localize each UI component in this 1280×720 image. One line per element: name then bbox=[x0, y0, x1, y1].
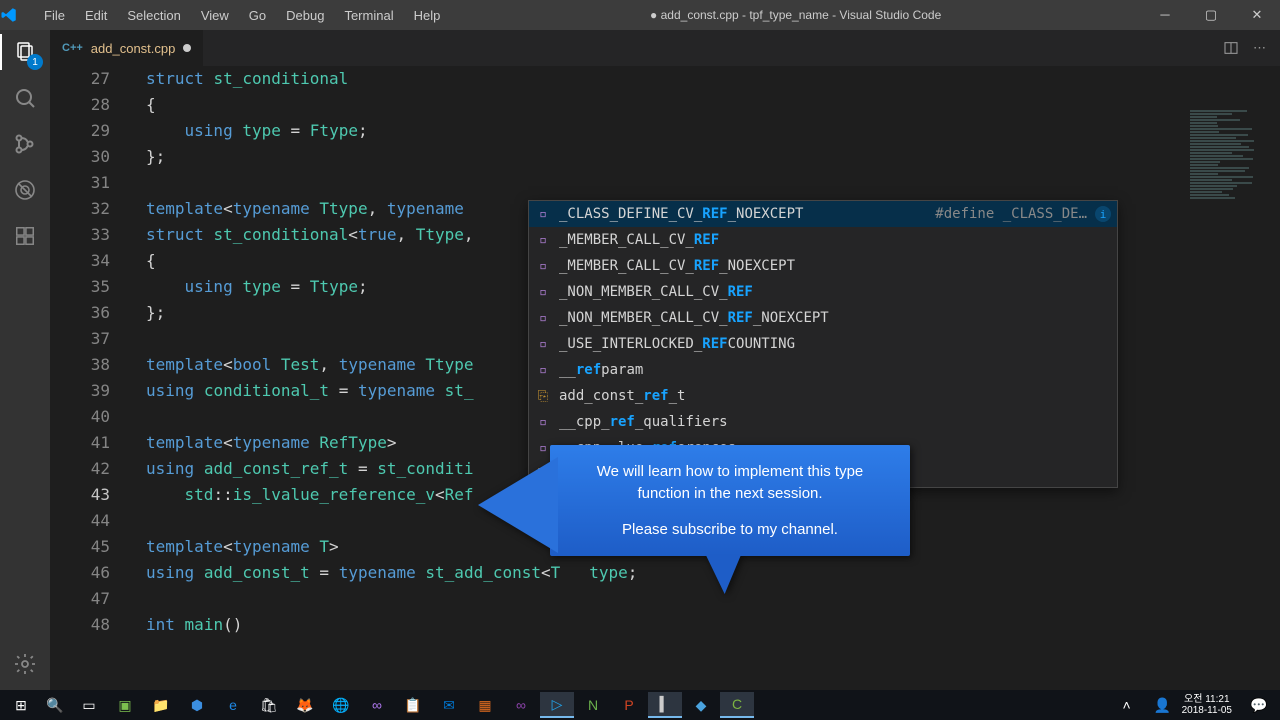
suggest-label: _NON_MEMBER_CALL_CV_REF_NOEXCEPT bbox=[559, 310, 1111, 326]
taskbar-app-6[interactable]: ∞ bbox=[504, 692, 538, 718]
taskbar-outlook-icon[interactable]: ✉ bbox=[432, 692, 466, 718]
callout-line2: Please subscribe to my channel. bbox=[572, 519, 888, 541]
menu-help[interactable]: Help bbox=[405, 4, 450, 27]
taskbar-chrome-icon[interactable]: 🌐 bbox=[324, 692, 358, 718]
title-bar: File Edit Selection View Go Debug Termin… bbox=[0, 0, 1280, 30]
info-icon[interactable]: i bbox=[1095, 206, 1111, 222]
snippet-icon: ⎘ bbox=[535, 388, 551, 404]
menu-terminal[interactable]: Terminal bbox=[335, 4, 402, 27]
minimize-button[interactable]: ─ bbox=[1142, 0, 1188, 30]
menu-file[interactable]: File bbox=[35, 4, 74, 27]
suggest-label: add_const_ref_t bbox=[559, 388, 1111, 404]
menu-debug[interactable]: Debug bbox=[277, 4, 333, 27]
macro-icon: ▫ bbox=[535, 440, 551, 456]
annotation-callout: We will learn how to implement this type… bbox=[550, 445, 910, 556]
cpp-file-icon: C++ bbox=[62, 42, 83, 54]
tray-notification-icon[interactable]: 💬 bbox=[1242, 692, 1276, 718]
taskbar-camtasia-icon[interactable]: C bbox=[720, 692, 754, 718]
menu-selection[interactable]: Selection bbox=[118, 4, 189, 27]
suggest-label: _CLASS_DEFINE_CV_REF_NOEXCEPT bbox=[559, 206, 927, 222]
taskbar-edge-icon[interactable]: e bbox=[216, 692, 250, 718]
suggest-item[interactable]: ▫ __cpp_ref_qualifiers bbox=[529, 409, 1117, 435]
taskbar-store-icon[interactable]: 🛍 bbox=[252, 692, 286, 718]
macro-icon: ▫ bbox=[535, 336, 551, 352]
macro-icon: ▫ bbox=[535, 310, 551, 326]
suggest-item[interactable]: ▫ __refparam bbox=[529, 357, 1117, 383]
suggest-label: _NON_MEMBER_CALL_CV_REF bbox=[559, 284, 1111, 300]
activity-explorer-icon[interactable]: 1 bbox=[11, 38, 39, 66]
macro-icon: ▫ bbox=[535, 206, 551, 222]
suggest-item[interactable]: ▫ _MEMBER_CALL_CV_REF bbox=[529, 227, 1117, 253]
line-gutter: 2728293031323334353637383940414243444546… bbox=[50, 66, 130, 690]
activity-search-icon[interactable] bbox=[11, 84, 39, 112]
suggest-item[interactable]: ▫ _CLASS_DEFINE_CV_REF_NOEXCEPT #define _C… bbox=[529, 201, 1117, 227]
tray-up-icon[interactable]: ˄ bbox=[1110, 692, 1144, 718]
taskbar-clock[interactable]: 오전 11:212018-11-05 bbox=[1182, 694, 1240, 716]
macro-icon: ▫ bbox=[535, 284, 551, 300]
taskbar-powerpoint-icon[interactable]: P bbox=[612, 692, 646, 718]
activity-bar: 1 bbox=[0, 30, 50, 690]
macro-icon: ▫ bbox=[535, 414, 551, 430]
macro-icon: ▫ bbox=[535, 258, 551, 274]
taskbar-firefox-icon[interactable]: 🦊 bbox=[288, 692, 322, 718]
suggest-label: _MEMBER_CALL_CV_REF_NOEXCEPT bbox=[559, 258, 1111, 274]
task-view-icon[interactable]: ▭ bbox=[72, 692, 106, 718]
activity-debug-icon[interactable] bbox=[11, 176, 39, 204]
more-actions-icon[interactable]: ⋯ bbox=[1253, 40, 1266, 56]
suggest-label: _MEMBER_CALL_CV_REF bbox=[559, 232, 1111, 248]
menu-bar: File Edit Selection View Go Debug Termin… bbox=[35, 4, 449, 27]
suggest-item[interactable]: ▫ _USE_INTERLOCKED_REFCOUNTING bbox=[529, 331, 1117, 357]
suggest-item[interactable]: ▫ _NON_MEMBER_CALL_CV_REF_NOEXCEPT bbox=[529, 305, 1117, 331]
start-button[interactable]: ⊞ bbox=[4, 692, 38, 718]
taskbar-search-icon[interactable]: 🔍 bbox=[40, 692, 70, 718]
vscode-icon bbox=[0, 6, 35, 24]
taskbar-vscode-icon[interactable]: ▷ bbox=[540, 692, 574, 718]
callout-line1: We will learn how to implement this type… bbox=[572, 461, 888, 505]
tab-label: add_const.cpp bbox=[91, 41, 176, 56]
taskbar-app-1[interactable]: ▣ bbox=[108, 692, 142, 718]
taskbar-app-7[interactable]: ◆ bbox=[684, 692, 718, 718]
suggest-label: __cpp_ref_qualifiers bbox=[559, 414, 1111, 430]
windows-taskbar: ⊞ 🔍 ▭ ▣ 📁 ⬢ e 🛍 🦊 🌐 ∞ 📋 ✉ ▦ ∞ ▷ N P ▍ ◆ … bbox=[0, 690, 1280, 720]
tray-people-icon[interactable]: 👤 bbox=[1146, 692, 1180, 718]
modified-dot-icon bbox=[183, 44, 191, 52]
explorer-badge: 1 bbox=[27, 54, 43, 70]
taskbar-notepad-icon[interactable]: N bbox=[576, 692, 610, 718]
maximize-button[interactable]: ▢ bbox=[1188, 0, 1234, 30]
close-button[interactable]: ✕ bbox=[1234, 0, 1280, 30]
macro-icon: ▫ bbox=[535, 232, 551, 248]
taskbar-app-3[interactable]: ⬢ bbox=[180, 692, 214, 718]
split-editor-icon[interactable] bbox=[1223, 40, 1239, 56]
tab-bar: C++ add_const.cpp ⋯ bbox=[50, 30, 1280, 66]
activity-scm-icon[interactable] bbox=[11, 130, 39, 158]
taskbar-app-2[interactable]: 📁 bbox=[144, 692, 178, 718]
suggest-detail: #define _CLASS_DE… bbox=[935, 206, 1087, 222]
minimap[interactable] bbox=[1180, 102, 1280, 690]
macro-icon: ▫ bbox=[535, 362, 551, 378]
suggest-label: __refparam bbox=[559, 362, 1111, 378]
window-controls: ─ ▢ ✕ bbox=[1142, 0, 1280, 30]
menu-go[interactable]: Go bbox=[240, 4, 275, 27]
menu-edit[interactable]: Edit bbox=[76, 4, 116, 27]
suggest-item[interactable]: ⎘ add_const_ref_t bbox=[529, 383, 1117, 409]
window-title: ● add_const.cpp - tpf_type_name - Visual… bbox=[449, 8, 1142, 22]
taskbar-cmd-icon[interactable]: ▍ bbox=[648, 692, 682, 718]
suggest-item[interactable]: ▫ _MEMBER_CALL_CV_REF_NOEXCEPT bbox=[529, 253, 1117, 279]
activity-settings-icon[interactable] bbox=[11, 650, 39, 678]
suggest-label: _USE_INTERLOCKED_REFCOUNTING bbox=[559, 336, 1111, 352]
menu-view[interactable]: View bbox=[192, 4, 238, 27]
taskbar-vs-icon[interactable]: ∞ bbox=[360, 692, 394, 718]
taskbar-app-5[interactable]: ▦ bbox=[468, 692, 502, 718]
suggest-item[interactable]: ▫ _NON_MEMBER_CALL_CV_REF bbox=[529, 279, 1117, 305]
tab-add-const[interactable]: C++ add_const.cpp bbox=[50, 30, 204, 66]
activity-extensions-icon[interactable] bbox=[11, 222, 39, 250]
taskbar-app-4[interactable]: 📋 bbox=[396, 692, 430, 718]
